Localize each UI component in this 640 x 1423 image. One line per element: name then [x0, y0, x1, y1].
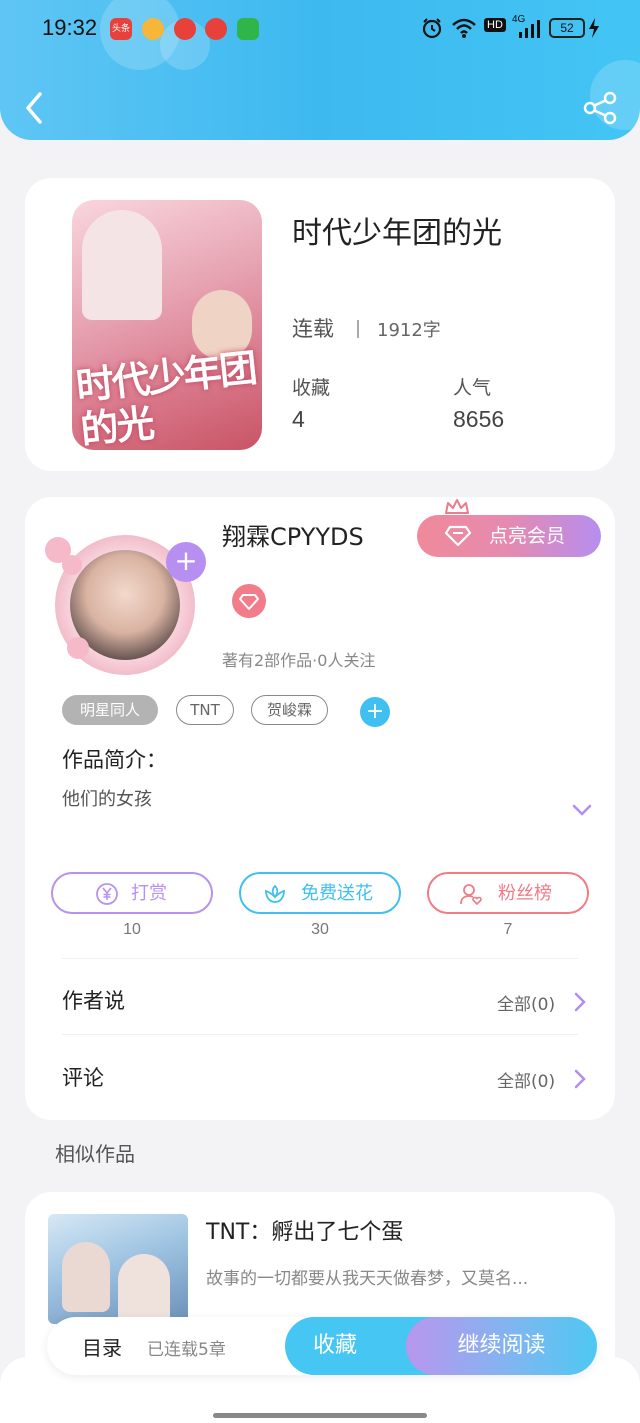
- favorites-label: 收藏: [292, 377, 331, 399]
- book-info-card: 时代少年团的光 时代少年团的光 连载 1912字 收藏 4 人气 8656: [25, 178, 615, 471]
- table-of-contents-button[interactable]: 目录: [82, 1332, 122, 1361]
- chevron-right-icon[interactable]: [573, 1068, 587, 1090]
- app-icon: [174, 18, 196, 40]
- wifi-icon: [452, 18, 476, 38]
- chevron-down-icon[interactable]: [571, 802, 593, 818]
- charging-icon: [589, 18, 599, 38]
- send-flower-label: 免费送花: [301, 883, 373, 904]
- flower-icon: [265, 884, 285, 903]
- comments-all-link[interactable]: 全部(0): [497, 1067, 555, 1092]
- chevron-right-icon[interactable]: [573, 991, 587, 1013]
- word-count: 1912字: [377, 320, 441, 341]
- status-bar: 19:32 头条 HD 4G 52: [0, 0, 640, 58]
- user-heart-icon: [460, 884, 482, 906]
- flower-decoration: [67, 637, 89, 659]
- similar-work-title[interactable]: TNT：孵出了七个蛋: [206, 1214, 403, 1246]
- tip-button[interactable]: 打赏: [51, 872, 213, 914]
- yen-coin-icon: [96, 883, 118, 905]
- toutiao-icon: 头条: [110, 18, 132, 40]
- comments-label: 评论: [62, 1066, 104, 1090]
- popularity-label: 人气: [453, 377, 492, 399]
- tag-chip[interactable]: TNT: [176, 695, 234, 725]
- intro-text: 他们的女孩: [62, 789, 152, 810]
- bottom-action-bar: 目录 已连载5章 收藏 继续阅读: [47, 1317, 597, 1375]
- intro-label: 作品简介：: [62, 748, 167, 772]
- cover-figure: [62, 1242, 110, 1312]
- similar-work-description: 故事的一切都要从我天天做春梦，又莫名...: [206, 1269, 529, 1289]
- alarm-icon: [422, 18, 442, 39]
- send-flower-button[interactable]: 免费送花: [239, 872, 401, 914]
- author-card: + 翔霖CPYYDS 点亮会员 著有2部作品·0人关注 明星同人 TNT 贺峻霖…: [25, 497, 615, 1120]
- chapter-count: 已连载5章: [147, 1340, 226, 1360]
- divider: [62, 1034, 578, 1035]
- share-icon[interactable]: [580, 88, 620, 128]
- book-title: 时代少年团的光: [292, 216, 502, 251]
- home-indicator[interactable]: [213, 1413, 427, 1418]
- author-says-all-link[interactable]: 全部(0): [497, 990, 555, 1015]
- fan-count: 7: [503, 921, 513, 938]
- signal-icon: [519, 20, 540, 38]
- status-time: 19:32: [42, 15, 98, 40]
- serial-status: 连载: [292, 317, 334, 341]
- popularity-value: 8656: [453, 406, 505, 432]
- battery-indicator: 52: [549, 18, 585, 38]
- author-name[interactable]: 翔霖CPYYDS: [222, 517, 364, 552]
- favorites-value: 4: [292, 406, 305, 432]
- similar-works-title: 相似作品: [55, 1142, 135, 1166]
- flower-decoration: [62, 555, 82, 575]
- divider: [62, 958, 578, 959]
- game-icon: [237, 18, 259, 40]
- diamond-icon: [239, 594, 259, 610]
- tip-label: 打赏: [131, 883, 167, 904]
- cover-title-text: 时代少年团的光: [73, 345, 258, 450]
- cover-figure: [82, 210, 162, 320]
- level-badge[interactable]: [232, 584, 266, 618]
- hd-indicator: HD: [484, 18, 506, 32]
- video-icon: [205, 18, 227, 40]
- weibo-icon: [142, 18, 164, 40]
- author-stats: 著有2部作品·0人关注: [222, 651, 376, 670]
- tip-count: 10: [123, 921, 141, 938]
- similar-work-cover[interactable]: [48, 1214, 188, 1324]
- fan-ranking-button[interactable]: 粉丝榜: [427, 872, 589, 914]
- crown-icon: [445, 499, 469, 514]
- header-bar: 19:32 头条 HD 4G 52: [0, 0, 640, 140]
- divider: [357, 320, 359, 338]
- book-cover-image[interactable]: 时代少年团的光: [72, 200, 262, 450]
- flower-count: 30: [311, 921, 329, 938]
- back-arrow-icon[interactable]: [20, 88, 50, 128]
- cover-figure: [118, 1254, 170, 1324]
- add-tag-button[interactable]: +: [360, 697, 390, 727]
- fan-ranking-label: 粉丝榜: [498, 883, 552, 904]
- follow-author-button[interactable]: +: [166, 542, 206, 582]
- tag-chip[interactable]: 明星同人: [62, 695, 158, 725]
- diamond-icon: [445, 525, 471, 547]
- vip-button-label: 点亮会员: [489, 525, 566, 547]
- continue-reading-button[interactable]: 继续阅读: [406, 1317, 597, 1375]
- author-says-label: 作者说: [62, 989, 125, 1013]
- activate-vip-button[interactable]: 点亮会员: [417, 515, 601, 557]
- tag-chip[interactable]: 贺峻霖: [251, 695, 328, 725]
